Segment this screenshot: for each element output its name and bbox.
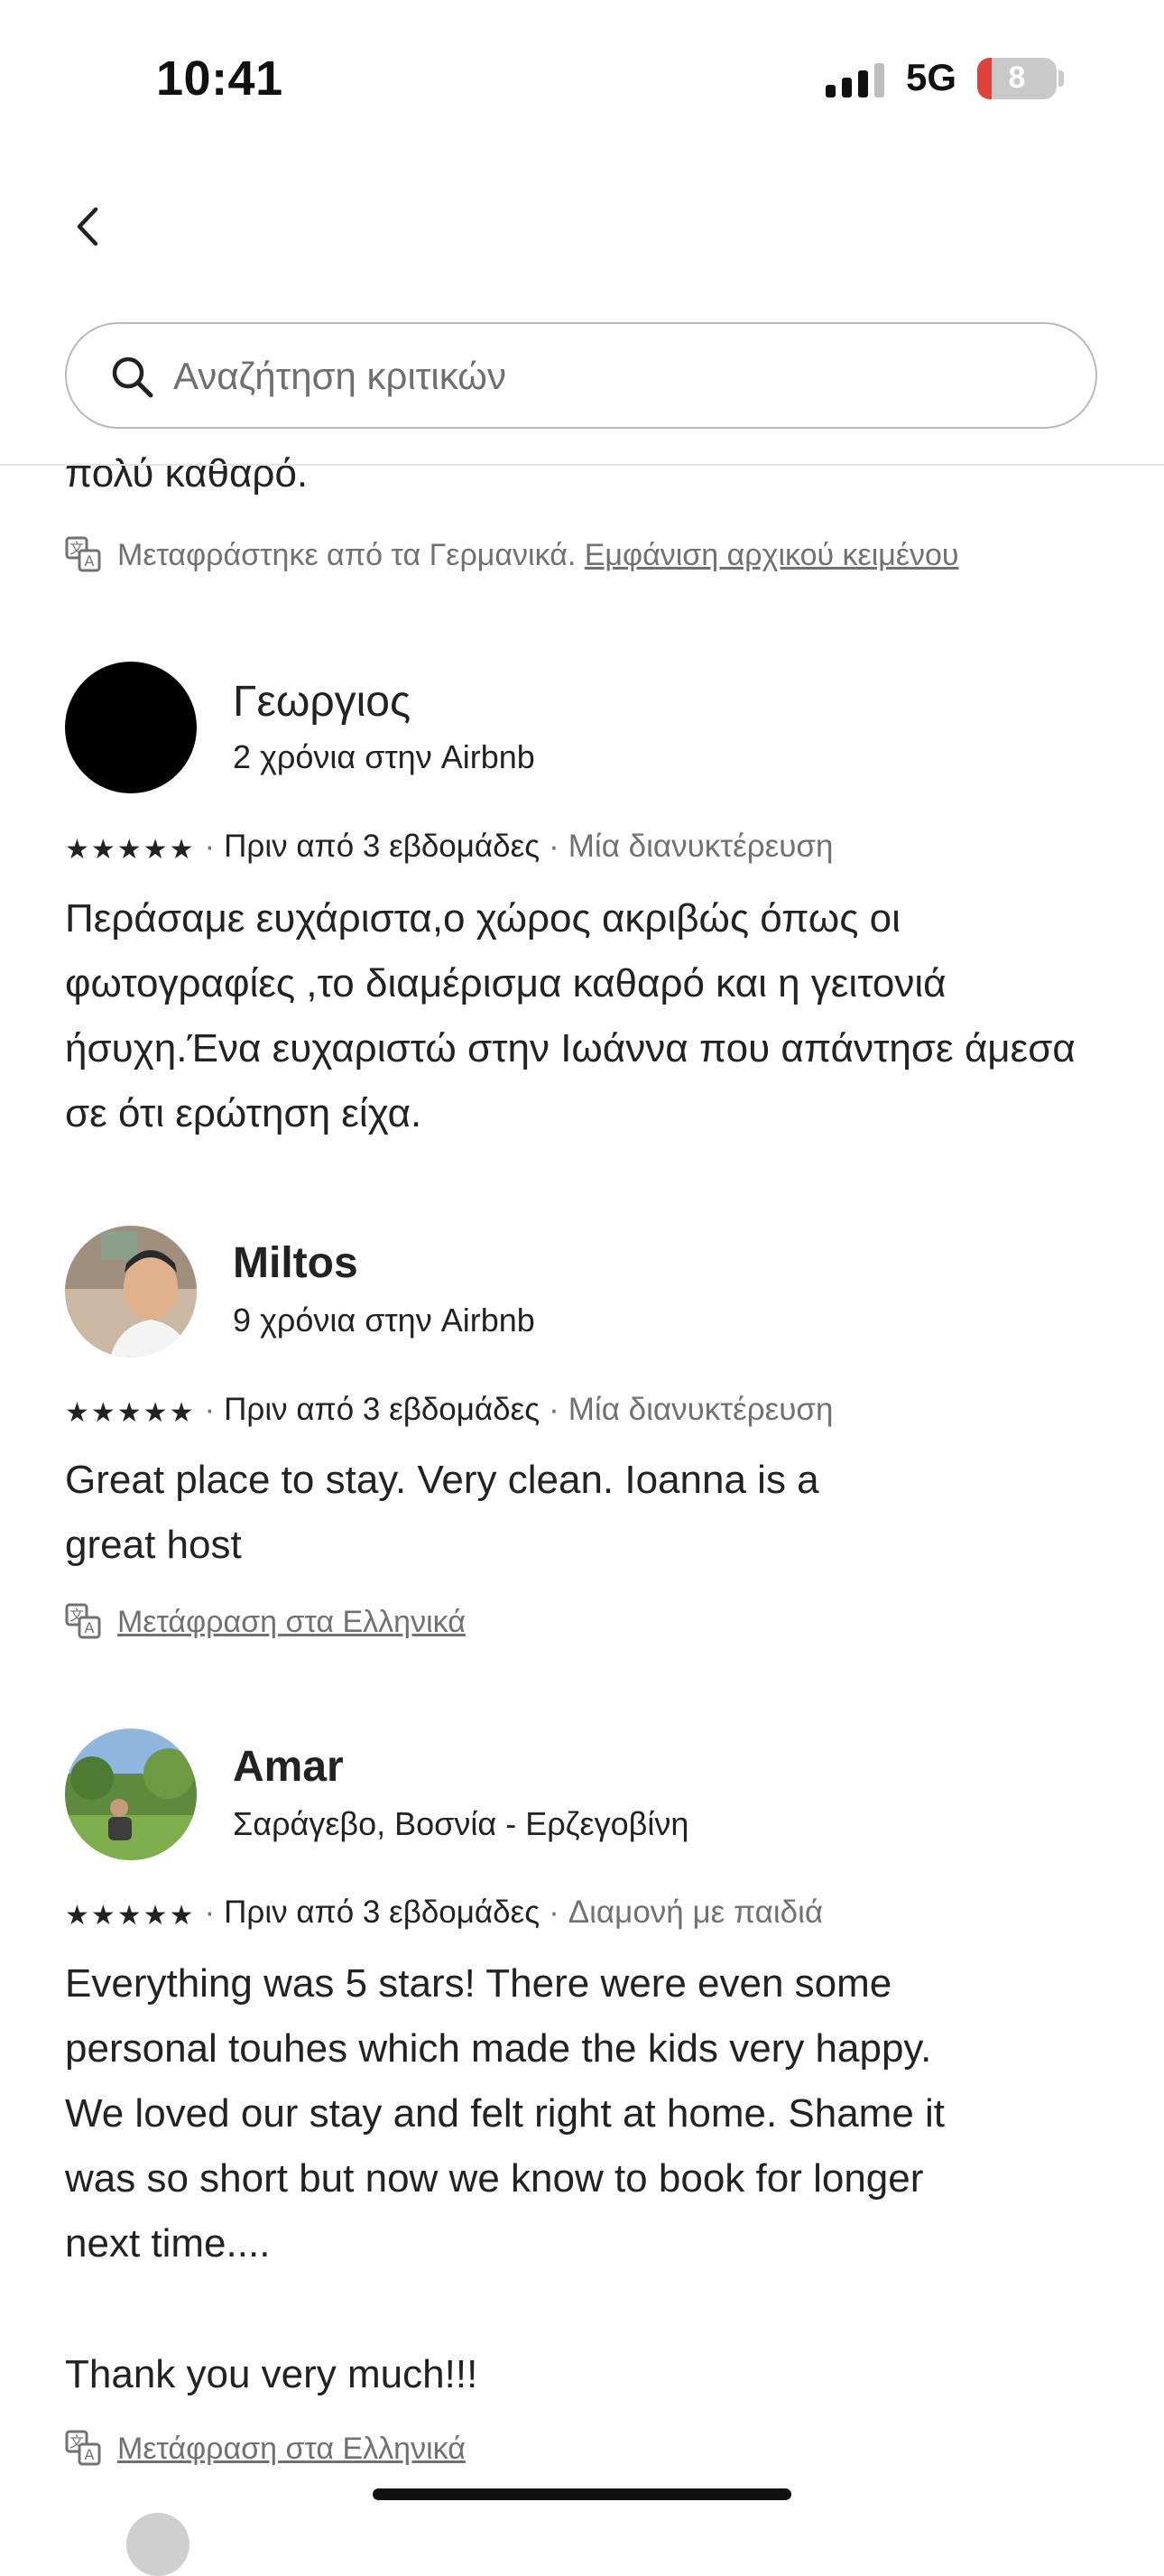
trip-type: Μία διανυκτέρευση [568, 1392, 834, 1427]
reviewer-subtitle: Σαράγεβο, Βοσνία - Ερζεγοβίνη [233, 1805, 689, 1842]
translate-row: 文 A Μετάφραση στα Ελληνικά [65, 1603, 466, 1640]
review-text-line: We loved our stay and felt right at home… [65, 2091, 946, 2136]
review-text-line: Thank you very much!!! [65, 2352, 478, 2396]
avatar-photo [65, 1226, 197, 1357]
star-rating-icon: ★★★★★ [65, 1901, 196, 1931]
home-indicator[interactable] [373, 2488, 791, 2500]
trip-type: Μία διανυκτέρευση [568, 829, 834, 864]
star-rating-icon: ★★★★★ [65, 835, 196, 865]
review-text-line: next time.... [65, 2221, 271, 2266]
translate-icon: 文 A [65, 2430, 101, 2466]
reviewer-name: Amar [233, 1743, 344, 1791]
show-original-link[interactable]: Εμφάνιση αρχικού κειμένου [585, 538, 959, 572]
review-text: Everything was 5 stars! There were even … [65, 1951, 1103, 2276]
review-text: Περάσαμε ευχάριστα,ο χώρος ακριβώς όπως … [65, 896, 1076, 1135]
reviewer-subtitle: 9 χρόνια στην Airbnb [233, 1302, 535, 1339]
review-text-line: personal touhes which made the kids very… [65, 2026, 932, 2071]
svg-text:A: A [85, 1619, 95, 1636]
translate-icon: 文 A [65, 536, 101, 572]
svg-text:A: A [85, 2446, 95, 2463]
review-date: Πριν από 3 εβδομάδες [224, 1392, 540, 1427]
translated-from-text: Μεταφράστηκε από τα Γερμανικά. [117, 538, 577, 572]
reviewer-name: Γεωργιος [233, 678, 411, 726]
review-meta: ★★★★★ · Πριν από 3 εβδομάδες · Μία διανυκτέρ… [65, 1392, 834, 1428]
reviewer-subtitle: 2 χρόνια στην Airbnb [233, 738, 535, 775]
avatar[interactable] [65, 662, 197, 793]
translate-to-greek-link[interactable]: Μετάφραση στα Ελληνικά [117, 1605, 466, 1639]
star-rating-icon: ★★★★★ [65, 1398, 196, 1428]
translate-row: 文 A Μετάφραση στα Ελληνικά [65, 2430, 466, 2467]
header-divider [0, 464, 1164, 466]
review-text-line: great host [65, 1523, 242, 1567]
avatar[interactable] [65, 1728, 197, 1860]
review-text-line: Everything was 5 stars! There were even … [65, 1961, 892, 2006]
translate-icon: 文 A [65, 1603, 101, 1639]
avatar[interactable] [65, 1226, 197, 1357]
svg-text:A: A [85, 552, 95, 570]
review-meta: ★★★★★ · Πριν από 3 εβδομάδες · Διαμονή με πα… [65, 1895, 824, 1931]
review-date: Πριν από 3 εβδομάδες [224, 1895, 540, 1930]
review-text: Great place to stay. Very clean. Ioanna … [65, 1448, 1103, 1578]
avatar-photo [65, 1728, 197, 1860]
review-meta: ★★★★★ · Πριν από 3 εβδομάδες · Μία διανυκτέρ… [65, 829, 834, 865]
trip-type: Διαμονή με παιδιά [568, 1895, 824, 1930]
review-date: Πριν από 3 εβδομάδες [224, 829, 540, 864]
next-review-avatar [126, 2513, 189, 2576]
review-text-line: Great place to stay. Very clean. Ioanna … [65, 1458, 819, 1502]
review-text-line: was so short but now we know to book for… [65, 2156, 924, 2201]
reviewer-name: Miltos [233, 1239, 358, 1287]
translate-to-greek-link[interactable]: Μετάφραση στα Ελληνικά [117, 2432, 466, 2466]
translation-note: 文 A Μεταφράστηκε από τα Γερμανικά. Εμφάν… [65, 536, 959, 573]
